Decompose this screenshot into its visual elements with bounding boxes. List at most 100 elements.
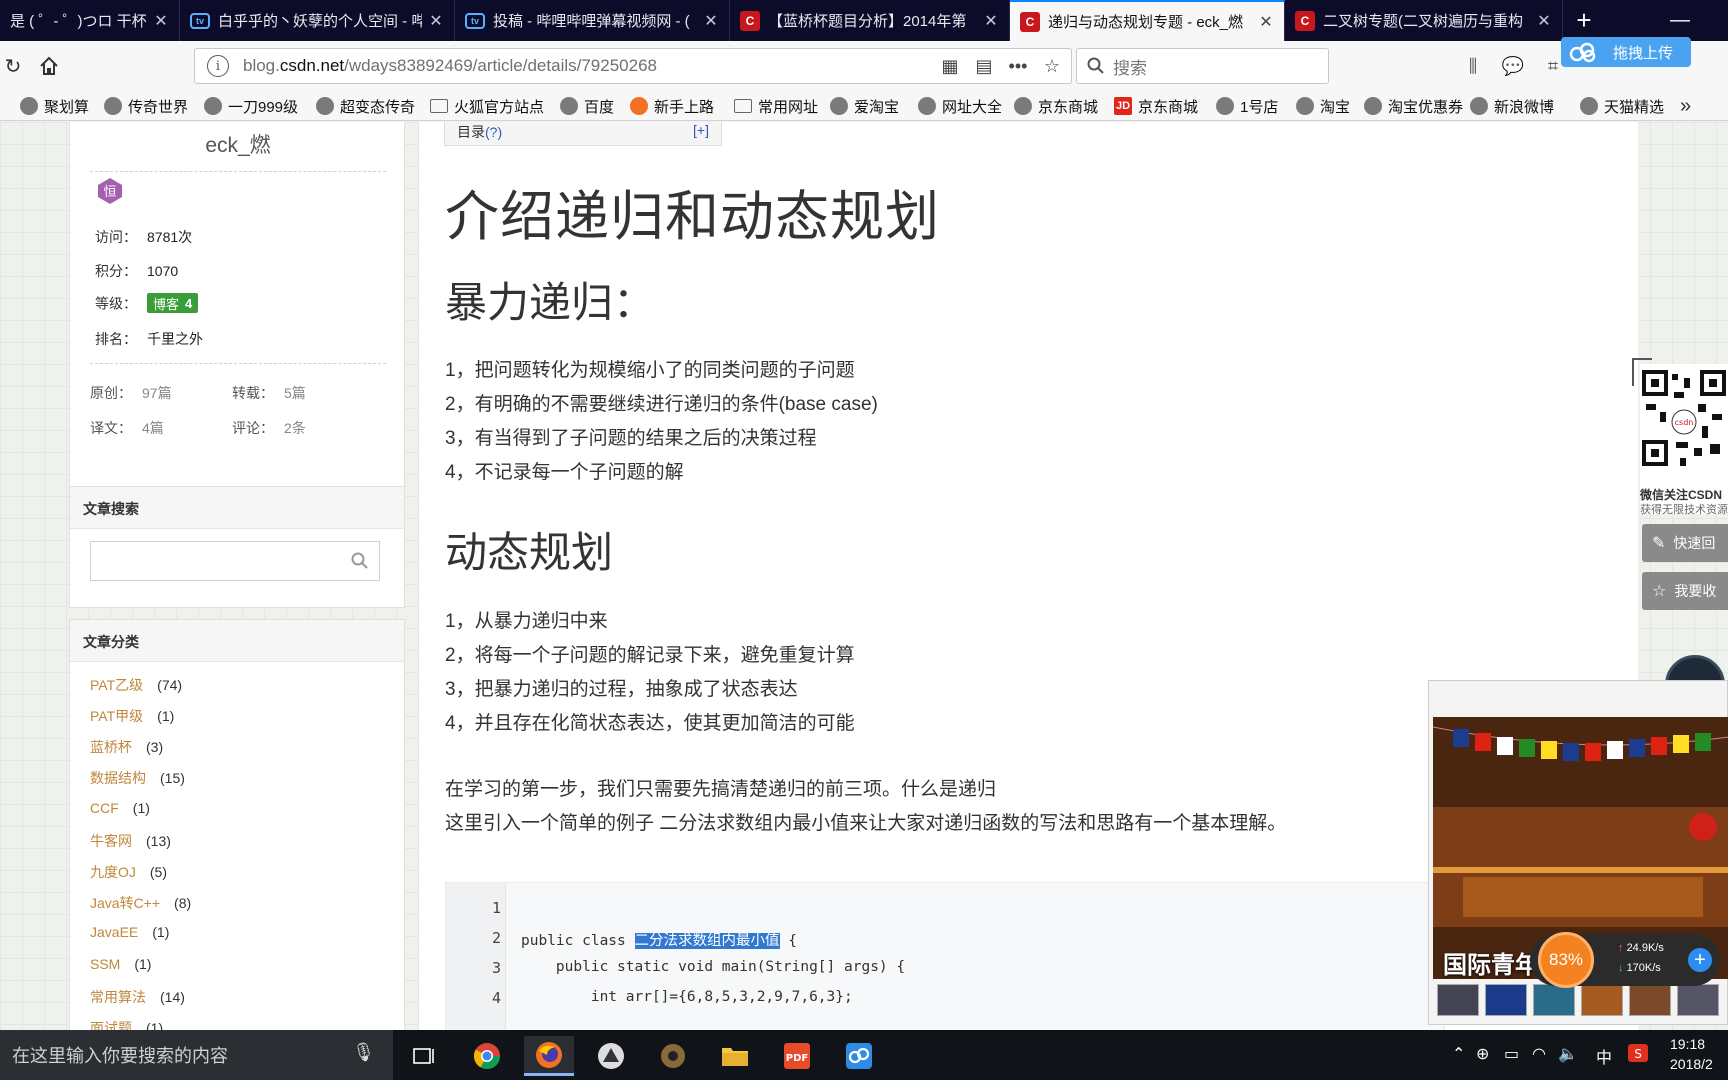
task-view-icon[interactable] (400, 1036, 450, 1076)
category-item[interactable]: JavaEE (1) (90, 924, 169, 940)
bookmark-item[interactable]: 火狐官方站点 (430, 94, 544, 118)
settings-app-icon[interactable] (648, 1036, 698, 1076)
more-bookmarks-icon[interactable]: » (1680, 95, 1691, 118)
bookmark-item[interactable]: 聚划算 (20, 94, 89, 118)
battery-icon[interactable]: ▭ (1504, 1044, 1519, 1064)
bookmark-item[interactable]: 新手上路 (630, 94, 714, 118)
category-item[interactable]: PAT乙级 (74) (90, 675, 182, 695)
username[interactable]: eck_燃 (70, 129, 406, 159)
list-item: 3，把暴力递归的过程，抽象成了状态表达 (445, 679, 798, 700)
plus-icon[interactable]: + (1688, 948, 1712, 972)
tab-4[interactable]: C 【蓝桥杯题目分析】2014年第 ✕ (730, 0, 1010, 41)
tab-5-active[interactable]: C 递归与动态规划专题 - eck_燃 ✕ (1010, 0, 1285, 41)
microphone-icon[interactable]: 🎙 (352, 1042, 375, 1063)
category-item[interactable]: PAT甲级 (1) (90, 706, 174, 726)
library-icon[interactable]: ⫼ (1460, 53, 1486, 79)
toc-toggle[interactable]: [+] (693, 122, 709, 138)
system-clock[interactable]: 19:18 2018/2 (1670, 1034, 1713, 1074)
category-item[interactable]: 常用算法 (14) (90, 987, 185, 1007)
close-icon[interactable]: ✕ (1258, 12, 1274, 32)
game-app-icon[interactable] (586, 1036, 636, 1076)
close-icon[interactable]: ✕ (1536, 11, 1552, 31)
bookmark-label: 网址大全 (942, 98, 1003, 116)
home-icon[interactable] (36, 53, 62, 79)
tab-3[interactable]: tv 投稿 - 哔哩哔哩弹幕视频网 - ( ✕ (455, 0, 730, 41)
thumbnail[interactable] (1533, 984, 1575, 1016)
tab-title: 递归与动态规划专题 - eck_燃 (1048, 14, 1244, 31)
network-speed-widget[interactable]: 83% ↑ 24.9K/s ↓ 170K/s + (1530, 932, 1720, 988)
pdf-app-icon[interactable]: PDF (772, 1036, 822, 1076)
selected-text[interactable]: 二分法求数组内最小值 (634, 933, 780, 949)
bookmark-item[interactable]: 淘宝 (1296, 94, 1350, 118)
category-item[interactable]: 牛客网 (13) (90, 831, 171, 851)
bookmark-item[interactable]: 百度 (560, 94, 614, 118)
file-explorer-icon[interactable] (710, 1036, 760, 1076)
chat-icon[interactable]: 💬 (1500, 53, 1526, 79)
bookmark-item[interactable]: 淘宝优惠券 (1364, 94, 1463, 118)
baidu-netdisk-icon[interactable] (834, 1036, 884, 1076)
category-item[interactable]: SSM (1) (90, 956, 151, 972)
category-item[interactable]: Java转C++ (8) (90, 893, 191, 913)
bookmark-item[interactable]: 网址大全 (918, 94, 1002, 118)
thumbnail[interactable] (1629, 984, 1671, 1016)
ime-indicator[interactable]: 中 (1596, 1044, 1612, 1068)
bookmark-item[interactable]: 天猫精选 (1580, 94, 1664, 118)
bookmark-item[interactable]: 1号店 (1216, 94, 1278, 118)
code-block[interactable]: 1 2 3 4 public class 二分法求数组内最小值 { public… (445, 882, 1445, 1030)
category-item[interactable]: 数据结构 (15) (90, 768, 185, 788)
search-icon[interactable] (351, 552, 369, 570)
wechat-sub-text: 获得无限技术资源 (1640, 504, 1728, 516)
thumbnail[interactable] (1437, 984, 1479, 1016)
bookmark-label: 传奇世界 (128, 98, 189, 116)
thumbnail[interactable] (1485, 984, 1527, 1016)
reader-view-icon[interactable]: ▤ (969, 51, 999, 81)
category-item[interactable]: 蓝桥杯 (3) (90, 737, 163, 757)
category-item[interactable]: CCF (1) (90, 800, 150, 816)
info-icon[interactable]: i (207, 55, 229, 77)
favorite-button[interactable]: ☆ 我要收 (1642, 572, 1728, 610)
firefox-taskbar-icon[interactable] (524, 1036, 574, 1076)
chevron-up-icon[interactable]: ⌃ (1452, 1044, 1465, 1064)
wifi-icon[interactable]: ◠ (1532, 1044, 1546, 1064)
close-icon[interactable]: ✕ (703, 11, 719, 31)
url-bar[interactable]: i blog.csdn.net/wdays83892469/article/de… (194, 48, 1072, 84)
bookmark-item[interactable]: JD 京东商城 (1114, 94, 1198, 118)
table-of-contents[interactable]: 目录(?) [+] (444, 122, 722, 146)
bookmark-item[interactable]: 超变态传奇 (316, 94, 415, 118)
close-icon[interactable]: ✕ (983, 11, 999, 31)
tab-2[interactable]: tv 白乎乎的丶妖孽的个人空间 - 哔 ✕ (180, 0, 455, 41)
toc-help-link[interactable]: (?) (485, 124, 502, 140)
category-item[interactable]: 面试题 (1) (90, 1018, 163, 1030)
bookmark-item[interactable]: 爱淘宝 (830, 94, 899, 118)
bookmark-item[interactable]: 新浪微博 (1470, 94, 1554, 118)
thumbnail[interactable] (1677, 984, 1719, 1016)
download-speed: ↓ 170K/s (1618, 962, 1661, 974)
quick-reply-button[interactable]: ✎ 快速回 (1642, 524, 1728, 562)
antivirus-icon[interactable]: S (1628, 1044, 1648, 1067)
tab-6[interactable]: C 二叉树专题(二叉树遍历与重构 ✕ (1285, 0, 1563, 41)
more-actions-icon[interactable]: ••• (1003, 51, 1033, 81)
tab-1[interactable]: 是 ( ゜- ゜)つロ 干杯~-b ✕ (0, 0, 180, 41)
close-icon[interactable]: ✕ (428, 11, 444, 31)
volume-icon[interactable]: 🔈 (1558, 1044, 1578, 1064)
minimize-button[interactable]: — (1660, 0, 1700, 41)
url-text[interactable]: blog.csdn.net/wdays83892469/article/deta… (243, 56, 935, 76)
bookmark-item[interactable]: 传奇世界 (104, 94, 188, 118)
search-input[interactable]: 搜索 (1076, 48, 1329, 84)
baidu-upload-button[interactable]: 拖拽上传 (1561, 37, 1691, 67)
bookmark-item[interactable]: 京东商城 (1014, 94, 1098, 118)
thumbnail[interactable] (1581, 984, 1623, 1016)
reload-icon[interactable]: ↻ (0, 53, 26, 79)
qr-code-icon[interactable]: ▦ (935, 51, 965, 81)
bookmark-item[interactable]: 一刀999级 (204, 94, 298, 118)
list-item: 3，有当得到了子问题的结果之后的决策过程 (445, 428, 817, 449)
bookmark-star-icon[interactable]: ☆ (1037, 51, 1067, 81)
app-tray-icon[interactable]: ⊕ (1476, 1044, 1489, 1064)
category-item[interactable]: 九度OJ (5) (90, 862, 167, 882)
new-tab-button[interactable]: + (1568, 0, 1600, 41)
chrome-icon[interactable] (462, 1036, 512, 1076)
taskbar-search[interactable]: 在这里输入你要搜索的内容 🎙 (0, 1030, 393, 1080)
article-search-input[interactable] (90, 541, 380, 581)
close-icon[interactable]: ✕ (153, 11, 169, 31)
bookmark-item[interactable]: 常用网址 (734, 94, 818, 118)
